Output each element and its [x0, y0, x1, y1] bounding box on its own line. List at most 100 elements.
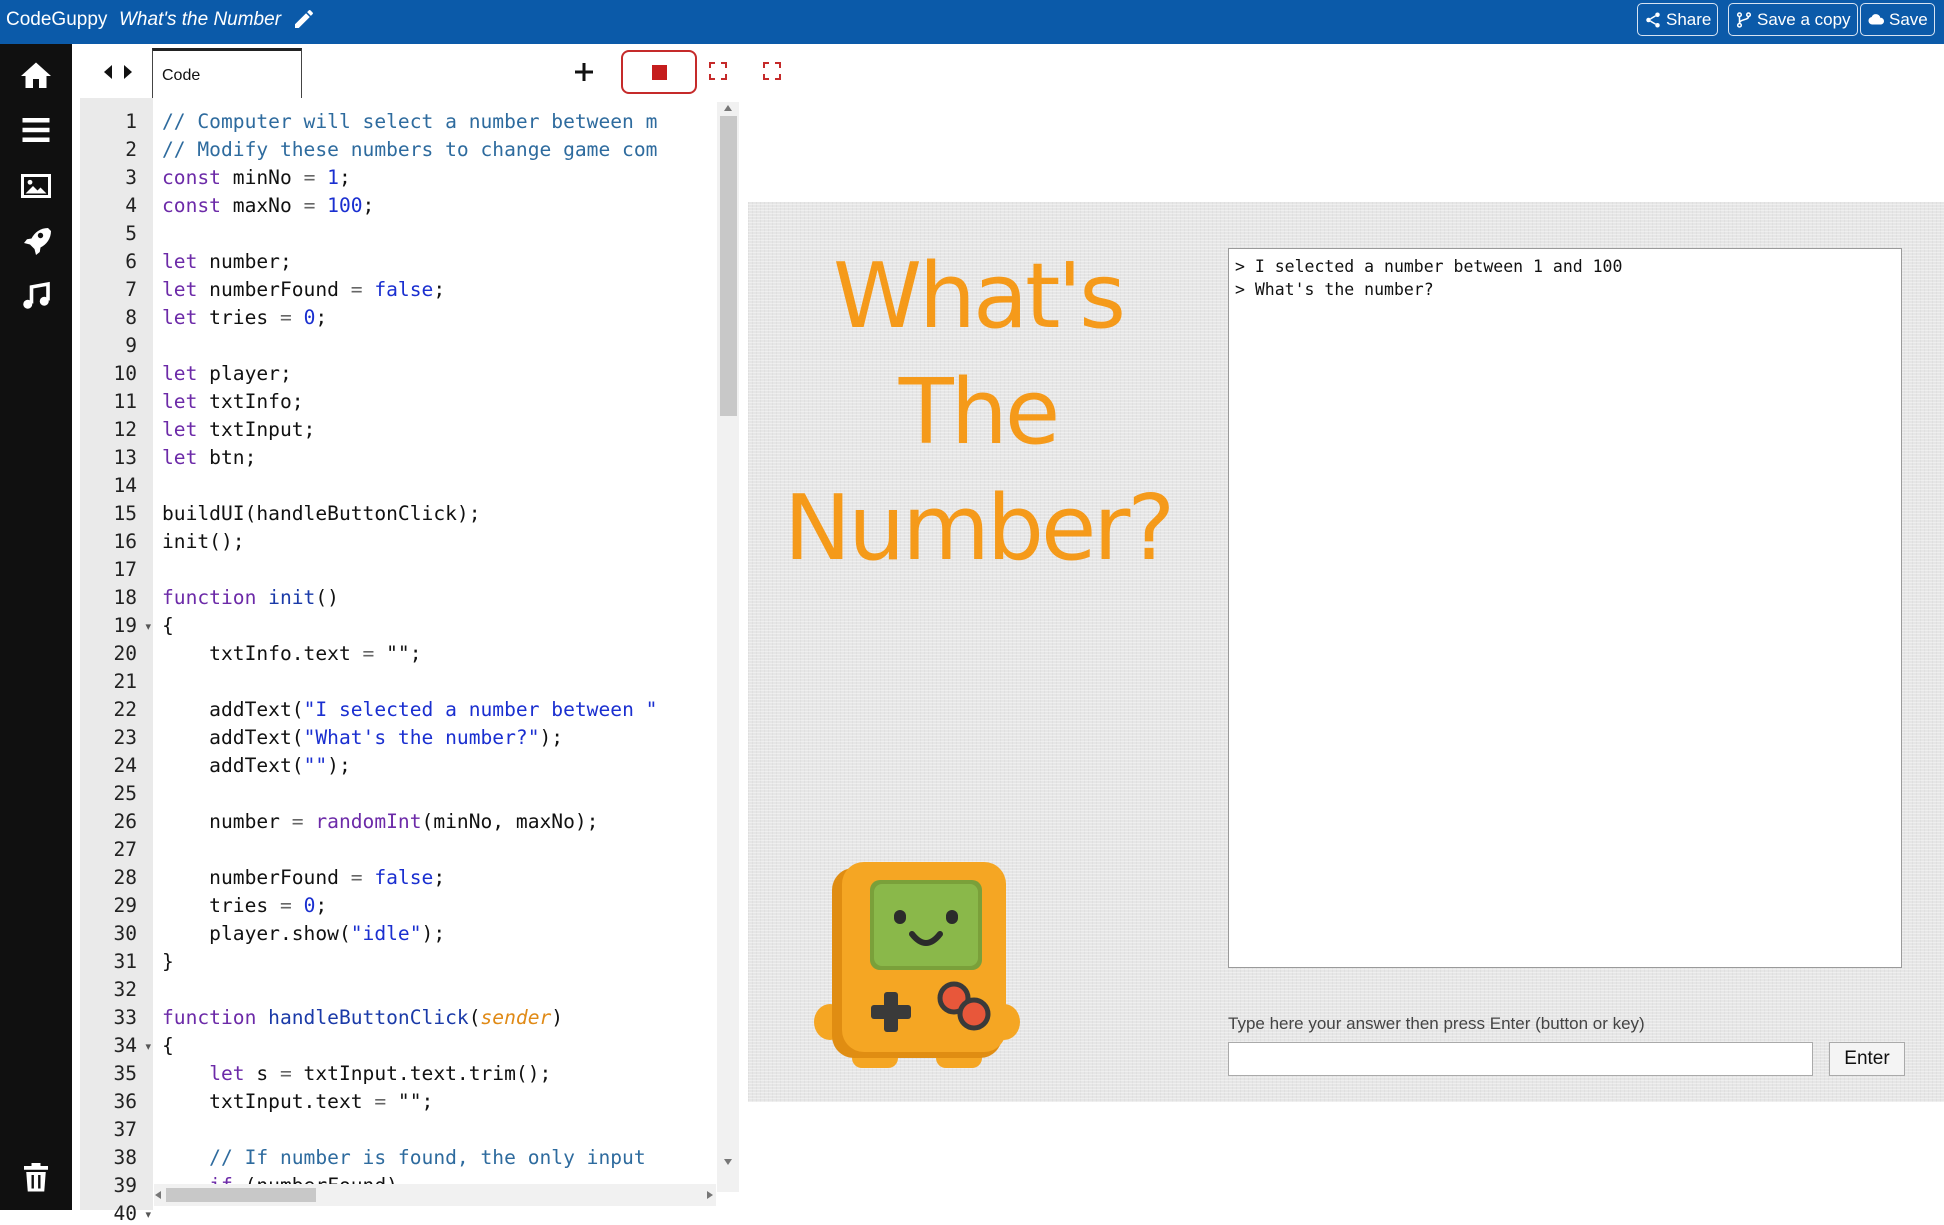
- cloud-icon: [1868, 13, 1885, 25]
- scroll-down-icon[interactable]: [723, 1158, 733, 1166]
- code-token: "": [303, 754, 328, 777]
- code-line: buildUI(handleButtonClick);: [162, 502, 481, 525]
- code-line: const maxNo = 100;: [162, 194, 374, 217]
- left-nav: [0, 44, 72, 1210]
- line-number: 38: [113, 1146, 137, 1169]
- code-token: =: [303, 194, 316, 217]
- line-number: 8: [125, 306, 137, 329]
- pencil-icon[interactable]: [292, 7, 316, 31]
- code-line: addText("I selected a number between ": [162, 698, 657, 721]
- trash-icon[interactable]: [18, 1160, 54, 1196]
- code-token: init();: [162, 530, 245, 553]
- code-token: ): [551, 1006, 564, 1029]
- answer-input[interactable]: [1228, 1042, 1813, 1076]
- line-number: 13: [113, 446, 137, 469]
- code-token: txtInput.text.trim();: [291, 1062, 552, 1085]
- fork-icon: [1736, 11, 1752, 28]
- code-token: let: [162, 278, 198, 301]
- code-token: ;: [315, 306, 328, 329]
- game-title-line-3: Number?: [783, 476, 1175, 581]
- code-line: function init(): [162, 586, 339, 609]
- answer-prompt-label: Type here your answer then press Enter (…: [1228, 1014, 1645, 1033]
- line-number: 39: [113, 1174, 137, 1197]
- stop-button[interactable]: [621, 50, 697, 94]
- code-token: txtInput;: [197, 418, 316, 441]
- code-line: let btn;: [162, 446, 256, 469]
- line-number: 37: [113, 1118, 137, 1141]
- brand-logo[interactable]: CodeGuppy: [6, 9, 107, 31]
- line-number: 27: [113, 838, 137, 861]
- save-copy-button[interactable]: Save a copy: [1728, 3, 1858, 36]
- share-button[interactable]: Share: [1637, 3, 1719, 36]
- code-token: );: [327, 754, 351, 777]
- code-token: "I selected a number between ": [303, 698, 658, 721]
- enter-button[interactable]: Enter: [1829, 1042, 1905, 1076]
- line-number: 3: [125, 166, 137, 189]
- game-stage: What's The Number? > I selected a number…: [748, 202, 1944, 1102]
- code-editor-panel: Code 1 2 3 4 5 6 7 8 9 10 11 12 13 14 15 16 17 18 19 ▾ 20 21 2…: [72, 44, 748, 1225]
- code-token: player.show(: [162, 922, 351, 945]
- code-line: }: [162, 950, 174, 973]
- code-token: let: [162, 390, 198, 413]
- line-number: 28: [113, 866, 137, 889]
- line-number: 17: [113, 558, 137, 581]
- line-number: 20: [113, 642, 137, 665]
- code-token: sender: [480, 1006, 552, 1029]
- horizontal-scrollbar[interactable]: [154, 1184, 716, 1206]
- code-token: ;: [315, 894, 328, 917]
- code-line: let tries = 0;: [162, 306, 327, 329]
- code-token: 100: [327, 194, 363, 217]
- code-token: {: [162, 614, 174, 637]
- code-area[interactable]: // Computer will select a number between…: [162, 98, 786, 1198]
- image-icon[interactable]: [18, 168, 54, 204]
- code-line: // Modify these numbers to change game c…: [162, 138, 657, 161]
- add-tab-icon[interactable]: [572, 60, 596, 84]
- vertical-scroll-thumb[interactable]: [720, 116, 737, 416]
- rocket-icon[interactable]: [18, 222, 54, 258]
- line-number: 30: [113, 922, 137, 945]
- scroll-up-icon[interactable]: [723, 104, 733, 112]
- expand-editor-icon[interactable]: [708, 61, 728, 81]
- code-token: btn;: [197, 446, 257, 469]
- code-token: ;: [433, 866, 446, 889]
- menu-icon[interactable]: [18, 112, 54, 148]
- home-icon[interactable]: [18, 58, 54, 94]
- code-token: =: [350, 278, 363, 301]
- robot-character-icon: [814, 862, 1020, 1068]
- code-token: ;: [433, 278, 446, 301]
- line-number: 7: [125, 278, 137, 301]
- line-number: 23: [113, 726, 137, 749]
- line-number: 22: [113, 698, 137, 721]
- music-icon[interactable]: [18, 278, 54, 314]
- scroll-left-icon[interactable]: [154, 1190, 162, 1200]
- code-token: =: [303, 166, 316, 189]
- code-line: init();: [162, 530, 245, 553]
- line-number: 14: [113, 474, 137, 497]
- code-token: "";: [386, 1090, 434, 1113]
- nav-arrows-icon[interactable]: [98, 62, 138, 82]
- vertical-scrollbar[interactable]: [717, 102, 739, 1192]
- fold-toggle-icon[interactable]: ▾: [145, 620, 151, 633]
- code-token: txtInput.text: [162, 1090, 375, 1113]
- line-number: 15: [113, 502, 137, 525]
- code-line: let player;: [162, 362, 292, 385]
- code-token: 0: [303, 306, 316, 329]
- line-number: 12: [113, 418, 137, 441]
- save-button[interactable]: Save: [1860, 3, 1935, 36]
- expand-output-icon[interactable]: [762, 61, 782, 81]
- fold-toggle-icon[interactable]: ▾: [145, 1040, 151, 1053]
- line-number: 25: [113, 782, 137, 805]
- tab-code[interactable]: Code: [152, 48, 302, 98]
- scroll-right-icon[interactable]: [706, 1190, 714, 1200]
- code-token: =: [374, 1090, 387, 1113]
- horizontal-scroll-thumb[interactable]: [166, 1188, 316, 1202]
- code-token: s: [244, 1062, 280, 1085]
- code-token: );: [421, 922, 446, 945]
